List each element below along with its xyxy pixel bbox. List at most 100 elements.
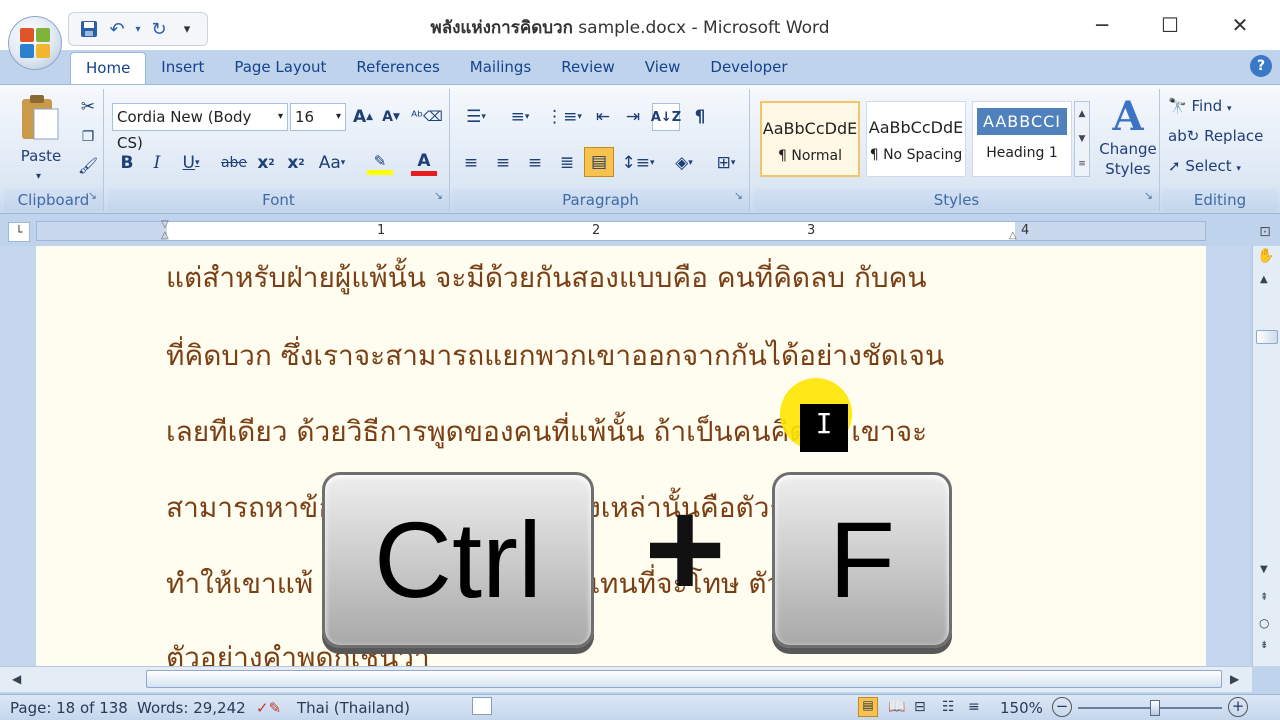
horizontal-ruler[interactable]: 1 2 3 4 ▽ △ △ (36, 219, 1206, 241)
document-page[interactable]: แต่สำหรับฝ่ายผู้แพ้นั้น จะมีด้วยกันสองแบ… (36, 246, 1206, 666)
show-formatting-marks-icon[interactable]: ¶ (686, 103, 714, 131)
align-right-icon[interactable]: ≡ (520, 149, 550, 177)
horizontal-scroll-thumb[interactable] (146, 670, 1222, 688)
format-painter-icon[interactable]: 🖌 (76, 151, 100, 179)
tab-page-layout[interactable]: Page Layout (219, 52, 341, 84)
grow-font-icon[interactable]: A ▲ (350, 103, 376, 131)
find-button[interactable]: 🔭 Find ▾ (1168, 97, 1232, 115)
subscript-icon[interactable]: x2 (254, 149, 278, 177)
clear-formatting-icon[interactable]: ᴬᵇ⌫ (411, 103, 443, 131)
scroll-down-icon[interactable]: ▼ (1260, 564, 1268, 575)
borders-icon[interactable]: ⊞ ▾ (706, 149, 746, 177)
dialog-launcher-icon[interactable]: ↘ (1144, 185, 1153, 207)
decrease-indent-icon[interactable]: ⇤ (590, 103, 616, 131)
italic-icon[interactable]: I (146, 149, 168, 177)
vertical-scrollbar[interactable]: ✋ ▲ ▼ ⇞ ○ ⇟ (1252, 246, 1280, 666)
word-count[interactable]: Words: 29,242 (137, 699, 246, 717)
underline-icon[interactable]: U ▾ (176, 149, 206, 177)
dialog-launcher-icon[interactable]: ↘ (734, 185, 743, 207)
scroll-right-icon[interactable]: ▶ (1230, 672, 1239, 686)
change-styles-button[interactable]: A Change Styles (1098, 95, 1158, 179)
zoom-in-icon[interactable]: + (1228, 697, 1248, 717)
sort-icon[interactable]: A↓Z (651, 103, 681, 131)
full-screen-reading-icon[interactable]: 📖 (888, 699, 905, 715)
justify-icon[interactable]: ≣ (552, 149, 582, 177)
customize-qat-icon[interactable]: ▾ (175, 17, 199, 41)
zoom-slider-thumb[interactable] (1150, 700, 1160, 716)
numbering-icon[interactable]: ≡ ▾ (500, 103, 540, 131)
redo-icon[interactable]: ↻ (147, 17, 171, 41)
macro-recording-icon[interactable] (472, 697, 492, 715)
shading-icon[interactable]: ◈ ▾ (664, 149, 704, 177)
scroll-thumb[interactable] (1256, 330, 1278, 344)
save-icon[interactable] (77, 17, 101, 41)
tab-home[interactable]: Home (70, 52, 147, 84)
tab-mailings[interactable]: Mailings (455, 52, 546, 84)
proofing-icon[interactable]: ✓✎ (256, 699, 281, 717)
strikethrough-icon[interactable]: abe (220, 149, 248, 177)
zoom-level[interactable]: 150% (1000, 699, 1043, 717)
increase-indent-icon[interactable]: ⇥ (620, 103, 646, 131)
scroll-up-icon[interactable]: ▲ (1260, 274, 1268, 285)
clipboard-group-label: Clipboard ↘ (4, 189, 103, 211)
line-spacing-icon[interactable]: ↕≡ ▾ (618, 149, 658, 177)
horizontal-scrollbar[interactable]: ◀ ▶ (0, 666, 1252, 692)
tab-selector-icon[interactable]: └ (8, 222, 30, 242)
left-indent-marker[interactable]: △ (161, 230, 169, 241)
font-size-combobox[interactable]: 16 ▾ (290, 103, 346, 131)
superscript-icon[interactable]: x2 (284, 149, 308, 177)
undo-dropdown-icon[interactable]: ▾ (133, 17, 143, 41)
dialog-launcher-icon[interactable]: ↘ (434, 185, 443, 207)
bold-icon[interactable]: B (116, 149, 138, 177)
hand-icon[interactable]: ✋ (1257, 248, 1274, 264)
print-layout-icon[interactable]: ▤ (858, 697, 878, 717)
replace-button[interactable]: ab↻ Replace (1168, 127, 1263, 145)
paste-dropdown-icon[interactable]: ▾ (36, 171, 41, 182)
previous-page-icon[interactable]: ⇞ (1260, 592, 1268, 603)
font-name-combobox[interactable]: Cordia New (Body CS) ▾ (112, 103, 288, 152)
select-browse-object-icon[interactable]: ○ (1259, 616, 1269, 630)
tab-view[interactable]: View (630, 52, 696, 84)
next-page-icon[interactable]: ⇟ (1260, 640, 1268, 651)
tab-developer[interactable]: Developer (695, 52, 802, 84)
tab-review[interactable]: Review (546, 52, 630, 84)
bullets-icon[interactable]: ☰ ▾ (456, 103, 496, 131)
paste-button[interactable]: Paste (18, 147, 64, 165)
close-button[interactable]: ✕ (1220, 8, 1260, 42)
outline-icon[interactable]: ☷ (942, 699, 955, 715)
multilevel-list-icon[interactable]: ⋮≡ ▾ (544, 103, 584, 131)
right-indent-marker[interactable]: △ (1009, 230, 1017, 241)
minimize-button[interactable]: ─ (1082, 8, 1122, 42)
draft-icon[interactable]: ≡ (968, 699, 980, 715)
style-heading-1[interactable]: AABBCCI Heading 1 (972, 101, 1072, 177)
select-button[interactable]: ➚ Select ▾ (1168, 157, 1241, 175)
help-icon[interactable]: ? (1250, 55, 1272, 77)
align-center-icon[interactable]: ≡ (488, 149, 518, 177)
style-normal[interactable]: AaBbCcDdE ¶ Normal (760, 101, 860, 177)
zoom-out-icon[interactable]: − (1052, 697, 1072, 717)
styles-gallery-scroll[interactable]: ▲ ▼ ≡ (1074, 101, 1090, 177)
font-color-icon[interactable]: A (404, 149, 444, 177)
page-count[interactable]: Page: 18 of 138 (10, 699, 128, 717)
distributed-icon[interactable]: ▤ (584, 147, 614, 177)
web-layout-icon[interactable]: ⊟ (914, 699, 926, 715)
view-ruler-icon[interactable]: ⊡ (1254, 224, 1276, 244)
dialog-launcher-icon[interactable]: ↘ (88, 185, 97, 207)
tab-insert[interactable]: Insert (146, 52, 219, 84)
office-button[interactable] (8, 16, 62, 70)
align-left-icon[interactable]: ≡ (456, 149, 486, 177)
first-line-indent-marker[interactable]: ▽ (161, 219, 169, 230)
maximize-button[interactable]: ☐ (1150, 8, 1190, 42)
undo-icon[interactable]: ↶ (105, 17, 129, 41)
shrink-font-icon[interactable]: A ▼ (378, 103, 404, 131)
style-no-spacing[interactable]: AaBbCcDdE ¶ No Spacing (866, 101, 966, 177)
scroll-left-icon[interactable]: ◀ (12, 672, 21, 686)
paste-icon[interactable] (18, 93, 62, 143)
highlight-color-icon[interactable]: ✎ (360, 149, 400, 177)
change-case-icon[interactable]: Aa ▾ (314, 149, 350, 177)
font-size-value: 16 (295, 108, 315, 126)
cut-icon[interactable]: ✂ (76, 93, 100, 121)
copy-icon[interactable]: ❐ (76, 123, 100, 151)
language-indicator[interactable]: Thai (Thailand) (297, 699, 410, 717)
tab-references[interactable]: References (341, 52, 454, 84)
